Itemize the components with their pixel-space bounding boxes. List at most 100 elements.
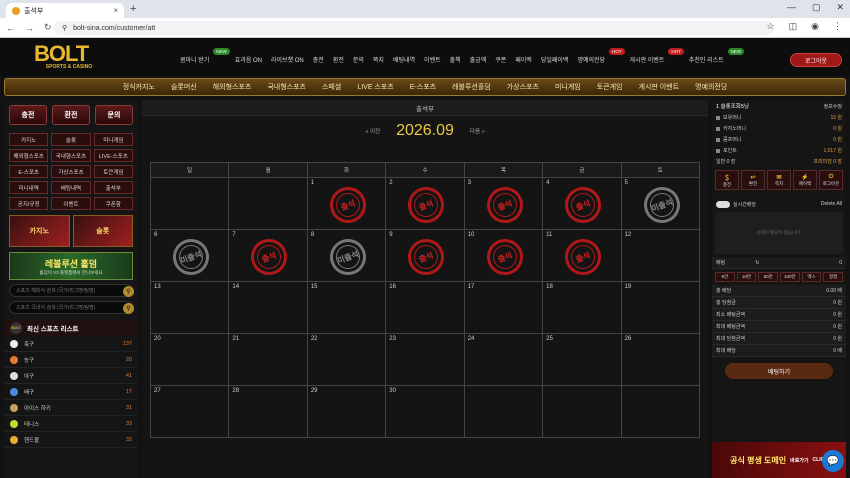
- next-month-link[interactable]: 다음 »: [470, 127, 485, 135]
- bet-amount-input[interactable]: 0: [839, 260, 842, 266]
- action-button[interactable]: 문의: [95, 105, 133, 125]
- left-menu-item[interactable]: 가상스포츠: [51, 165, 91, 178]
- holdem-banner[interactable]: 레볼루션 홀덤 홀덤이 V3 플랫폼에서 만나보세요: [9, 252, 133, 280]
- left-menu-item[interactable]: 미니게임: [93, 133, 133, 146]
- user-action-button[interactable]: ✉ 쪽지: [767, 170, 791, 190]
- main-nav-item[interactable]: 게시판 이벤트: [630, 82, 687, 92]
- reset-icon[interactable]: ↻: [755, 260, 759, 266]
- sport-row[interactable]: 농구 20: [4, 352, 138, 368]
- close-tab-icon[interactable]: ×: [113, 6, 118, 15]
- top-nav-item[interactable]: 이벤트: [424, 55, 441, 64]
- search-domestic-input[interactable]: 스포츠 국내식 검색 (국가/리그명/팀명) ⚲: [9, 301, 134, 314]
- left-menu-item[interactable]: LIVE-스포츠: [93, 149, 133, 162]
- action-button[interactable]: 충전: [9, 105, 47, 125]
- main-nav-item[interactable]: 해외형스포츠: [205, 82, 260, 92]
- left-menu-item[interactable]: 배팅내역: [51, 181, 91, 194]
- user-action-button[interactable]: ＄ 충전: [715, 170, 739, 190]
- top-nav-item[interactable]: 환전: [333, 55, 344, 64]
- main-nav-item[interactable]: 정식카지노: [115, 82, 163, 92]
- place-bet-button[interactable]: 배팅하기: [725, 363, 833, 379]
- top-nav-item[interactable]: 출첵: [450, 55, 461, 64]
- bet-chip[interactable]: 100만: [780, 272, 800, 282]
- main-nav-item[interactable]: 레볼루션홀덤: [444, 82, 499, 92]
- sport-row[interactable]: 축구 137: [4, 336, 138, 352]
- left-menu-item[interactable]: 국내형스포츠: [51, 149, 91, 162]
- site-logo[interactable]: BOLT SPORTS & CASINO: [34, 41, 104, 73]
- top-nav-item[interactable]: 라이브챗 ON: [271, 55, 304, 64]
- top-nav-item[interactable]: 게시판 이벤트HOT: [630, 48, 684, 64]
- top-nav-item[interactable]: 배팅내역: [393, 55, 415, 64]
- top-nav-item[interactable]: 페이백: [515, 55, 532, 64]
- minimize-icon[interactable]: —: [787, 2, 796, 13]
- sport-row[interactable]: 야구 41: [4, 368, 138, 384]
- main-nav-item[interactable]: 슬롯머신: [163, 82, 205, 92]
- left-menu-item[interactable]: 이벤트: [51, 197, 91, 210]
- main-nav-item[interactable]: 미니게임: [547, 82, 589, 92]
- search-intl-input[interactable]: 스포츠 해외식 검색 (국가/리그명/팀명) ⚲: [9, 284, 134, 297]
- user-action-button[interactable]: ⏻ 로그아웃: [819, 170, 843, 190]
- edit-info-link[interactable]: 정보수정: [824, 103, 842, 110]
- main-nav-item[interactable]: 가상스포츠: [499, 82, 547, 92]
- bet-chip[interactable]: 50만: [758, 272, 779, 282]
- close-window-icon[interactable]: ✕: [836, 2, 844, 13]
- main-nav-item[interactable]: 국내형스포츠: [259, 82, 314, 92]
- left-menu-item[interactable]: 슬롯: [51, 133, 91, 146]
- prev-month-link[interactable]: « 이전: [365, 127, 380, 135]
- top-nav-item[interactable]: 효과음 ON: [235, 55, 262, 64]
- game-banner[interactable]: 슬롯: [72, 215, 133, 247]
- main-nav-item[interactable]: 명예의전당: [687, 82, 735, 92]
- main-nav-item[interactable]: 토큰게임: [589, 82, 631, 92]
- forward-icon[interactable]: →: [25, 23, 34, 33]
- left-menu-item[interactable]: 토큰게임: [93, 165, 133, 178]
- url-field[interactable]: ⚲ bolt-sina.com/customer/att: [54, 21, 774, 35]
- top-nav-item[interactable]: 당일페이백: [541, 55, 569, 64]
- profile-icon[interactable]: ◉: [811, 21, 819, 32]
- menu-icon[interactable]: ⋮: [833, 21, 842, 32]
- left-menu-item[interactable]: E-스포츠: [9, 165, 49, 178]
- top-nav-item[interactable]: 쿠폰: [495, 55, 506, 64]
- chat-icon[interactable]: 💬: [822, 450, 844, 472]
- browser-tab[interactable]: 출석부 ×: [6, 3, 124, 18]
- left-menu-item[interactable]: 공지/규정: [9, 197, 49, 210]
- top-nav-item[interactable]: 쪽지: [373, 55, 384, 64]
- weekday-header: 금: [542, 162, 622, 178]
- main-nav-item[interactable]: E-스포츠: [402, 82, 444, 92]
- bet-chip[interactable]: 10만: [736, 272, 757, 282]
- search-icon[interactable]: ⚲: [123, 286, 134, 297]
- main-nav-item[interactable]: LIVE 스포츠: [349, 82, 401, 92]
- sport-row[interactable]: 배구 17: [4, 384, 138, 400]
- action-button[interactable]: 환전: [52, 105, 90, 125]
- user-action-button[interactable]: ⚡ 페이백: [793, 170, 817, 190]
- main-nav-item[interactable]: 스페셜: [314, 82, 349, 92]
- delete-all-button[interactable]: Delete All: [821, 201, 842, 207]
- reload-icon[interactable]: ↻: [44, 22, 52, 33]
- bet-chip[interactable]: 정정: [823, 272, 844, 282]
- user-action-button[interactable]: ↩ 환전: [741, 170, 765, 190]
- left-menu-item[interactable]: 해외형스포츠: [9, 149, 49, 162]
- left-menu-item[interactable]: 미니내역: [9, 181, 49, 194]
- top-nav-item[interactable]: 출금액: [470, 55, 487, 64]
- left-menu-item[interactable]: 카지노: [9, 133, 49, 146]
- bet-chip[interactable]: 5만: [715, 272, 735, 282]
- sport-row[interactable]: 핸드볼 32: [4, 432, 138, 448]
- bet-chip[interactable]: 맥스: [801, 272, 822, 282]
- new-tab-icon[interactable]: +: [130, 3, 136, 15]
- maximize-icon[interactable]: ▢: [812, 2, 821, 13]
- search-icon[interactable]: ⚲: [123, 303, 134, 314]
- sport-row[interactable]: 아이스 하키 31: [4, 400, 138, 416]
- top-nav-item[interactable]: 충전: [313, 55, 324, 64]
- bookmark-star-icon[interactable]: ☆: [767, 21, 775, 32]
- back-icon[interactable]: ←: [6, 23, 15, 33]
- logout-button[interactable]: 로그아웃: [790, 53, 842, 67]
- left-menu-item[interactable]: 출석부: [93, 181, 133, 194]
- game-banner[interactable]: 카지노: [9, 215, 70, 247]
- top-nav-item[interactable]: 문의: [353, 55, 364, 64]
- extension-icon[interactable]: ◫: [789, 21, 798, 32]
- top-nav-item[interactable]: 명예의전당HOT: [577, 48, 625, 64]
- sport-row[interactable]: 테니스 33: [4, 416, 138, 432]
- site-info-icon[interactable]: ⚲: [62, 24, 67, 32]
- top-nav-item[interactable]: 추천인 리스트NEW: [689, 48, 745, 64]
- left-menu-item[interactable]: 쿠폰함: [93, 197, 133, 210]
- live-odds-toggle[interactable]: [716, 200, 730, 208]
- top-nav-item[interactable]: 콤마니 받기NEW: [180, 48, 230, 64]
